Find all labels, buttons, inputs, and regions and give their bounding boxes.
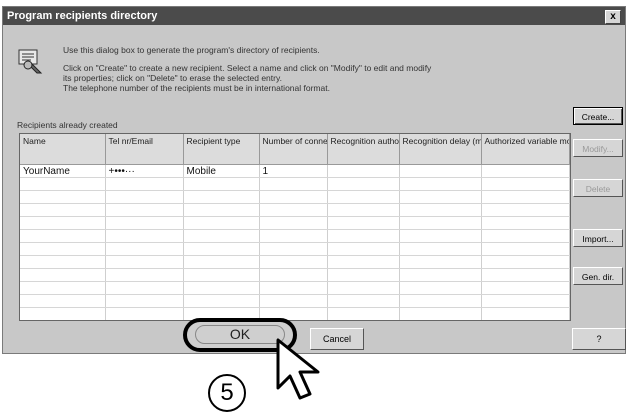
intro-line: Click on "Create" to create a new recipi… [63, 63, 432, 73]
column-header-variable[interactable]: Authorized variable modification [481, 134, 570, 165]
table-row[interactable] [20, 281, 570, 295]
info-icon [18, 49, 43, 74]
cell-tel: +•••··· [105, 164, 184, 178]
cell-type: Mobile [183, 164, 260, 178]
intro-line: Use this dialog box to generate the prog… [63, 45, 320, 55]
table-row[interactable] [20, 190, 570, 204]
delete-button[interactable]: Delete [573, 179, 623, 197]
column-header-type[interactable]: Recipient type [183, 134, 260, 165]
table-row[interactable] [20, 177, 570, 191]
modify-button[interactable]: Modify... [573, 139, 623, 157]
table-header-row: Name Tel nr/Email Recipient type Number … [20, 134, 570, 165]
table-row[interactable]: YourName +•••··· Mobile 1 [20, 164, 570, 178]
pointer-cursor-icon [276, 338, 320, 400]
import-button[interactable]: Import... [573, 229, 623, 247]
table-row[interactable] [20, 255, 570, 269]
column-header-delay[interactable]: Recognition delay (minutes) [399, 134, 482, 165]
cell-attempts: 1 [259, 164, 328, 178]
help-button[interactable]: ? [572, 328, 626, 350]
recipients-table[interactable]: Name Tel nr/Email Recipient type Number … [19, 133, 571, 321]
intro-text: Use this dialog box to generate the prog… [63, 45, 563, 93]
table-row[interactable] [20, 229, 570, 243]
cell-recognition [327, 164, 400, 178]
column-header-name[interactable]: Name [20, 134, 106, 165]
gen-dir-button[interactable]: Gen. dir. [573, 267, 623, 285]
create-button[interactable]: Create... [573, 107, 623, 125]
recipients-dialog: Program recipients directory x Use this … [2, 6, 626, 354]
window-title: Program recipients directory [7, 10, 158, 22]
step-number-badge: 5 [208, 374, 246, 412]
table-row[interactable] [20, 216, 570, 230]
table-row[interactable] [20, 203, 570, 217]
column-header-attempts[interactable]: Number of connection attempts [259, 134, 328, 165]
column-header-recognition[interactable]: Recognition authorized [327, 134, 400, 165]
intro-line: its properties; click on "Delete" to era… [63, 73, 282, 83]
close-button[interactable]: x [605, 10, 621, 24]
cell-variable [481, 164, 570, 178]
table-row[interactable] [20, 294, 570, 308]
recipients-caption: Recipients already created [17, 120, 118, 130]
table-row[interactable] [20, 242, 570, 256]
column-header-tel[interactable]: Tel nr/Email [105, 134, 184, 165]
table-row[interactable] [20, 307, 570, 320]
cell-delay [399, 164, 482, 178]
table-row[interactable] [20, 268, 570, 282]
intro-line: The telephone number of the recipients m… [63, 83, 330, 93]
cell-name: YourName [20, 164, 106, 178]
title-bar: Program recipients directory x [3, 7, 625, 25]
